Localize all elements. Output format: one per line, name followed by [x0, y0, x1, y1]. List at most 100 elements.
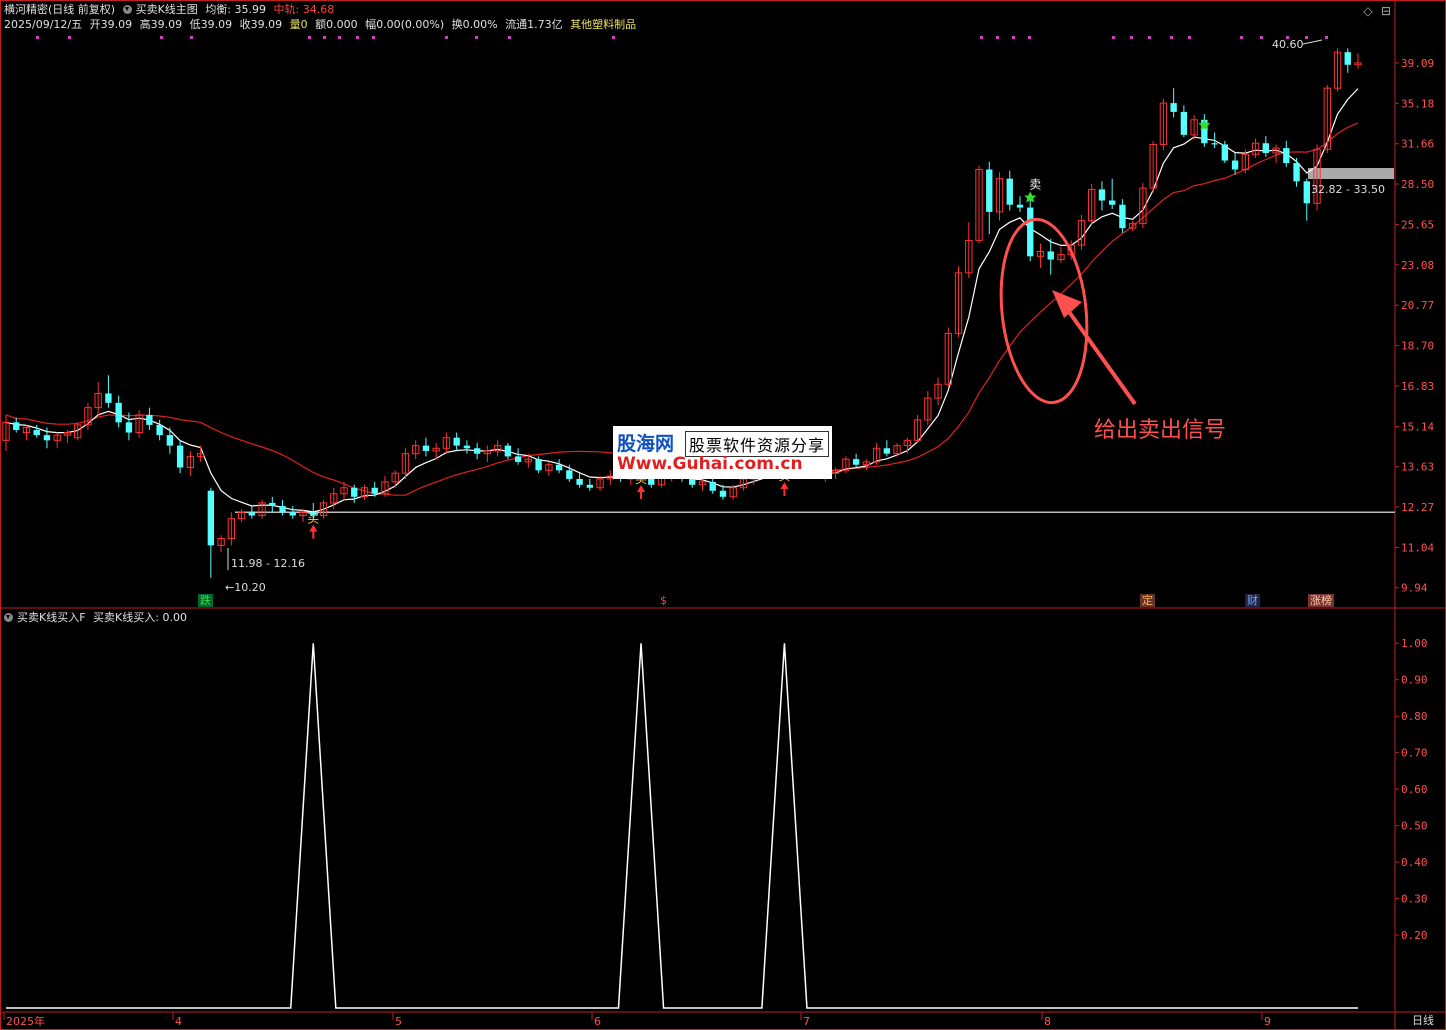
- sub-y-tick-label: 0.40: [1401, 856, 1428, 869]
- top-marker-dot: [1170, 36, 1173, 39]
- candle-body-down: [1293, 163, 1300, 182]
- high-price-label: 40.60: [1272, 38, 1304, 51]
- badge-dollar[interactable]: $: [658, 594, 669, 607]
- watermark-url: Www.Guhai.com.cn: [617, 454, 803, 474]
- top-marker-dot: [475, 36, 478, 39]
- badge-down[interactable]: 跌: [198, 594, 213, 607]
- y-tick-label: 39.09: [1401, 57, 1434, 70]
- candle-body-down: [1221, 144, 1229, 161]
- top-marker-dot: [980, 36, 983, 39]
- y-tick-label: 11.04: [1401, 541, 1434, 554]
- top-marker-dot: [1260, 36, 1263, 39]
- candle-body-down: [146, 414, 153, 425]
- candle-body-down: [422, 445, 430, 451]
- y-tick-label: 12.27: [1401, 501, 1434, 514]
- top-marker-dot: [1305, 36, 1308, 39]
- x-tick-label: 4: [175, 1015, 182, 1028]
- y-tick-label: 13.63: [1401, 461, 1434, 474]
- candle-body-down: [269, 502, 276, 507]
- candle-body-down: [279, 506, 286, 513]
- candle-body-down: [156, 424, 163, 436]
- candle-body-down: [1283, 148, 1290, 164]
- candle-body-down: [351, 487, 358, 497]
- period-label[interactable]: 日线: [1412, 1014, 1434, 1027]
- x-tick-label: 5: [395, 1015, 402, 1028]
- candle-body-down: [1119, 204, 1126, 229]
- x-tick-label: 7: [803, 1015, 810, 1028]
- buy-arrow-icon: [637, 484, 646, 499]
- top-marker-dot: [1028, 36, 1031, 39]
- resistance-box: [1308, 168, 1394, 179]
- low-price-label: ←10.20: [225, 581, 266, 594]
- top-marker-dot: [323, 36, 326, 39]
- candle-body-down: [43, 435, 51, 441]
- y-tick-label: 25.65: [1401, 218, 1434, 231]
- sell-signal-callout: 给出卖出信号: [1094, 418, 1227, 443]
- top-marker-dot: [36, 36, 39, 39]
- y-tick-label: 35.18: [1401, 97, 1434, 110]
- top-marker-dot: [338, 36, 341, 39]
- top-marker-dot: [308, 36, 311, 39]
- candle-body-down: [115, 402, 122, 423]
- candle-body-down: [105, 393, 112, 403]
- top-marker-dot: [445, 36, 448, 39]
- candle-body-down: [1047, 251, 1054, 260]
- candle-body-down: [555, 464, 563, 471]
- candle-body-down: [535, 459, 542, 471]
- badge-ding[interactable]: 定: [1140, 594, 1155, 607]
- range-high-label: 32.82 - 33.50: [1311, 183, 1385, 196]
- candle-body-down: [176, 445, 184, 468]
- top-marker-dot: [996, 36, 999, 39]
- badge-zhangbang[interactable]: 涨榜: [1308, 594, 1334, 607]
- y-tick-label: 20.77: [1401, 299, 1434, 312]
- candle-body-down: [125, 422, 133, 433]
- candle-body-down: [1211, 143, 1218, 145]
- top-marker-dot: [190, 36, 193, 39]
- candle-body-down: [852, 459, 860, 465]
- sub-y-tick-label: 0.60: [1401, 783, 1428, 796]
- y-tick-label: 23.08: [1401, 259, 1434, 272]
- watermark: 股海网 股票软件资源分享 Www.Guhai.com.cn: [613, 426, 832, 479]
- top-marker-dot: [612, 36, 615, 39]
- top-marker-dot: [508, 36, 511, 39]
- candle-body-down: [576, 478, 583, 485]
- candle-body-down: [566, 470, 573, 479]
- sell-label: 卖: [1029, 177, 1041, 191]
- top-marker-dot: [1130, 36, 1133, 39]
- candle-body-down: [1344, 52, 1351, 65]
- candle-body-down: [207, 490, 215, 546]
- top-marker-dot: [356, 36, 359, 39]
- top-marker-dot: [1112, 36, 1115, 39]
- candle-body-down: [514, 456, 522, 462]
- candlestick-chart[interactable]: 39.09 35.18 31.66 28.50 25.65 23.08 20.77 18.70…: [0, 0, 1446, 1030]
- candle-body-down: [986, 169, 993, 212]
- candle-body-down: [709, 481, 716, 491]
- candle-body-down: [13, 422, 20, 430]
- candle-body-down: [453, 437, 460, 446]
- candle-body-down: [371, 487, 378, 494]
- candle-body-down: [1006, 178, 1013, 205]
- top-marker-dot: [1240, 36, 1243, 39]
- y-tick-label: 16.83: [1401, 380, 1434, 393]
- candle-body-down: [1303, 181, 1310, 204]
- candle-body-down: [289, 512, 296, 516]
- candle-body-down: [166, 435, 174, 446]
- y-tick-label: 15.14: [1401, 420, 1434, 433]
- top-marker-dot: [1188, 36, 1191, 39]
- x-tick-label: 6: [594, 1015, 601, 1028]
- buy-arrow-icon: [780, 482, 789, 497]
- sub-y-tick-label: 0.90: [1401, 674, 1428, 687]
- candle-body-down: [1027, 207, 1034, 257]
- badge-cai[interactable]: 财: [1245, 594, 1260, 607]
- x-tick-label: 2025年: [6, 1014, 45, 1028]
- callout-ellipse: [999, 217, 1089, 405]
- watermark-brand: 股海网: [617, 433, 675, 455]
- top-marker-dot: [1325, 36, 1328, 39]
- candle-body-down: [1016, 204, 1024, 208]
- high-pointer-line: [1302, 39, 1323, 45]
- candle-body-down: [719, 490, 727, 497]
- y-tick-label: 31.66: [1401, 138, 1434, 151]
- candle-body-down: [33, 429, 40, 436]
- range-low-label: 11.98 - 12.16: [231, 557, 305, 570]
- x-tick-label: 9: [1264, 1015, 1271, 1028]
